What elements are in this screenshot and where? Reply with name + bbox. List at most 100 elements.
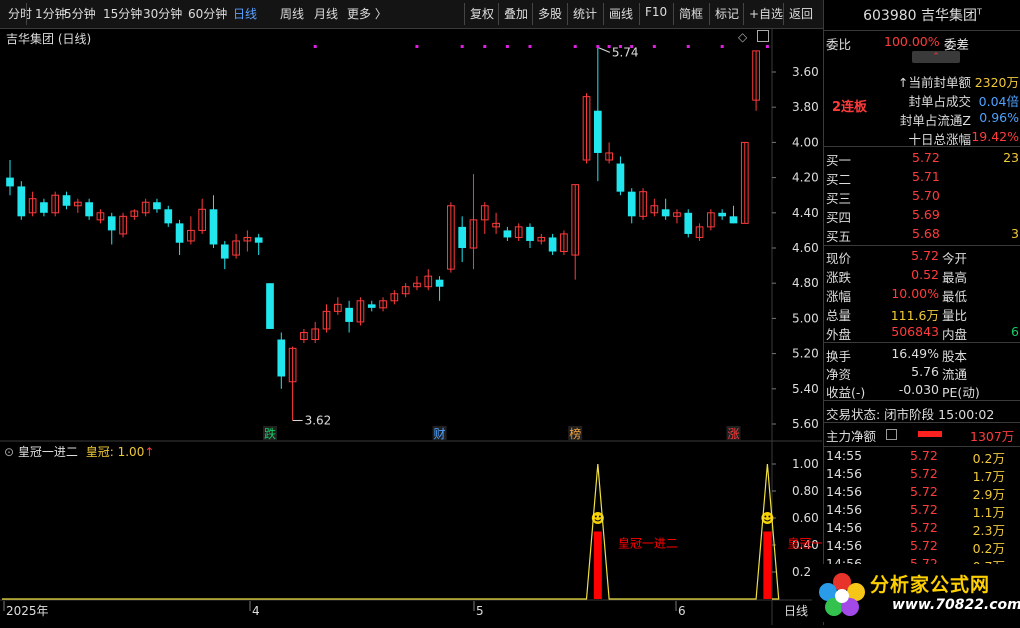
period-tab-1[interactable]: 1分钟 [35, 5, 67, 22]
period-tab-6[interactable]: 日线 [233, 5, 257, 22]
price-tick-label: 5.20 [792, 347, 819, 361]
signal-dot [313, 45, 317, 48]
stock-name: 吉华集团 [921, 8, 977, 24]
event-marker: 榜 [569, 426, 581, 441]
quote-label-2: 最低 [942, 289, 968, 304]
signal-dot [765, 45, 769, 48]
bid-price: 5.72 [912, 150, 940, 165]
tick-time: 14:56 [826, 502, 863, 517]
tick-time: 14:56 [826, 484, 863, 499]
toolbar-button-8[interactable]: +自选 [749, 5, 783, 22]
expand-button[interactable]: ⌃ [912, 51, 960, 63]
period-tab-2[interactable]: 5分钟 [64, 5, 96, 22]
quote-label-2: 今开 [942, 251, 968, 266]
tick-volume: 0.2万 [972, 451, 1005, 466]
spike-label: 皇冠一进二 [787, 537, 822, 551]
quote-label-2: 量比 [942, 308, 968, 323]
tick-time: 14:56 [826, 520, 863, 535]
webi-value: 100.00% [884, 34, 940, 49]
seal-row: 封单占成交 0.04倍 [824, 91, 1020, 109]
chart-area: 5.60 5.40 5.20 5.00 4.80 4.60 4.40 4.20 4.00 3.80… [0, 28, 847, 625]
watermark-logo: 分析家公式网 www.70822.com [812, 564, 1020, 622]
smiley-eye [764, 515, 767, 518]
main-flow-row: 主力净额 1307万 [824, 426, 1020, 444]
fund-value: 5.76 [911, 364, 939, 379]
toolbar-button-1[interactable]: 叠加 [504, 5, 528, 22]
bid-price: 5.70 [912, 188, 940, 203]
tick-row: 14:56 5.72 0.2万 [824, 538, 1020, 556]
bid-row: 买一 5.72 23 [824, 150, 1020, 168]
quote-label-2: 最高 [942, 270, 968, 285]
tick-time: 14:56 [826, 538, 863, 553]
tick-price: 5.72 [910, 538, 938, 553]
seal-value: 0.04倍 [978, 94, 1019, 109]
high-label: 5.74 [612, 45, 639, 59]
bid-row: 买二 5.71 [824, 169, 1020, 187]
bid-row: 买五 5.68 3 [824, 226, 1020, 244]
bid-row: 买四 5.69 [824, 207, 1020, 225]
candle-body [526, 226, 534, 241]
period-tab-5[interactable]: 60分钟 [188, 5, 227, 22]
webi-row: 委比 100.00% 委差 [824, 34, 1020, 52]
price-tick-label: 3.80 [792, 100, 819, 114]
collapse-icon[interactable]: ⊙ [4, 445, 14, 459]
period-tab-8[interactable]: 月线 [314, 5, 338, 22]
event-marker: 涨 [727, 426, 739, 441]
period-tab-0[interactable]: 分时 [8, 5, 32, 22]
period-tab-4[interactable]: 30分钟 [143, 5, 182, 22]
price-tick-label: 4.00 [792, 135, 819, 149]
price-tick-label: 5.00 [792, 311, 819, 325]
toolbar-button-6[interactable]: 简框 [679, 5, 703, 22]
price-tick-label: 4.20 [792, 171, 819, 185]
main-flow-value: 1307万 [970, 429, 1015, 444]
indicator-line [2, 463, 780, 600]
toolbar-button-2[interactable]: 多股 [538, 5, 562, 22]
signal-bar [593, 531, 602, 599]
fund-label-2: 流通 [942, 367, 968, 382]
fund-row: 净资 5.76 流通 [824, 364, 1020, 382]
period-tab-9[interactable]: 更多 〉 [347, 5, 387, 22]
candle-body [6, 177, 14, 187]
indicator-value: 1.00 [117, 445, 145, 459]
period-tab-7[interactable]: 周线 [280, 5, 304, 22]
toolbar-button-7[interactable]: 标记 [715, 5, 739, 22]
signal-dot [460, 45, 464, 48]
toolbar-button-9[interactable]: 返回 [789, 5, 813, 22]
smiley-eye [594, 515, 597, 518]
candle-body [458, 226, 467, 248]
signal-dot [415, 45, 419, 48]
table-icon[interactable] [886, 429, 897, 440]
event-marker: 跌 [264, 426, 276, 441]
fund-value: 16.49% [891, 346, 939, 361]
toolbar-button-0[interactable]: 复权 [470, 5, 494, 22]
chart-toggle-icon[interactable] [757, 30, 769, 42]
bid-price: 5.68 [912, 226, 940, 241]
tick-price: 5.72 [910, 484, 938, 499]
quote-label: 总量 [826, 308, 852, 323]
signal-dot [652, 45, 656, 48]
time-label: 5 [476, 604, 484, 618]
bid-price: 5.71 [912, 169, 940, 184]
seal-label: 封单占成交 [908, 94, 971, 109]
bid-label: 买三 [826, 191, 852, 206]
period-tab-3[interactable]: 15分钟 [103, 5, 142, 22]
tick-price: 5.72 [910, 502, 938, 517]
candle-body [220, 244, 229, 259]
flow-bar [918, 431, 942, 437]
indicator-header: ⊙ 皇冠一进二 皇冠: 1.00↑ [4, 443, 154, 460]
candle-body [40, 202, 48, 213]
quote-value: 10.00% [891, 286, 939, 301]
toolbar-button-3[interactable]: 统计 [573, 5, 597, 22]
signal-dot [573, 45, 577, 48]
toolbar-button-5[interactable]: F10 [645, 5, 667, 19]
fund-value: -0.030 [898, 382, 939, 397]
toolbar-button-4[interactable]: 画线 [609, 5, 633, 22]
candle-body [164, 209, 173, 224]
kline-chart[interactable]: 5.60 5.40 5.20 5.00 4.80 4.60 4.40 4.20 4.00 3.80… [0, 28, 847, 625]
candle-body [153, 202, 161, 210]
time-label: 6 [678, 604, 686, 618]
chart-settings-icon[interactable]: ◇ [738, 30, 747, 44]
price-tick-label: 5.60 [792, 417, 819, 431]
quote-value: 5.72 [911, 248, 939, 263]
tick-row: 14:55 5.72 0.2万 [824, 448, 1020, 466]
